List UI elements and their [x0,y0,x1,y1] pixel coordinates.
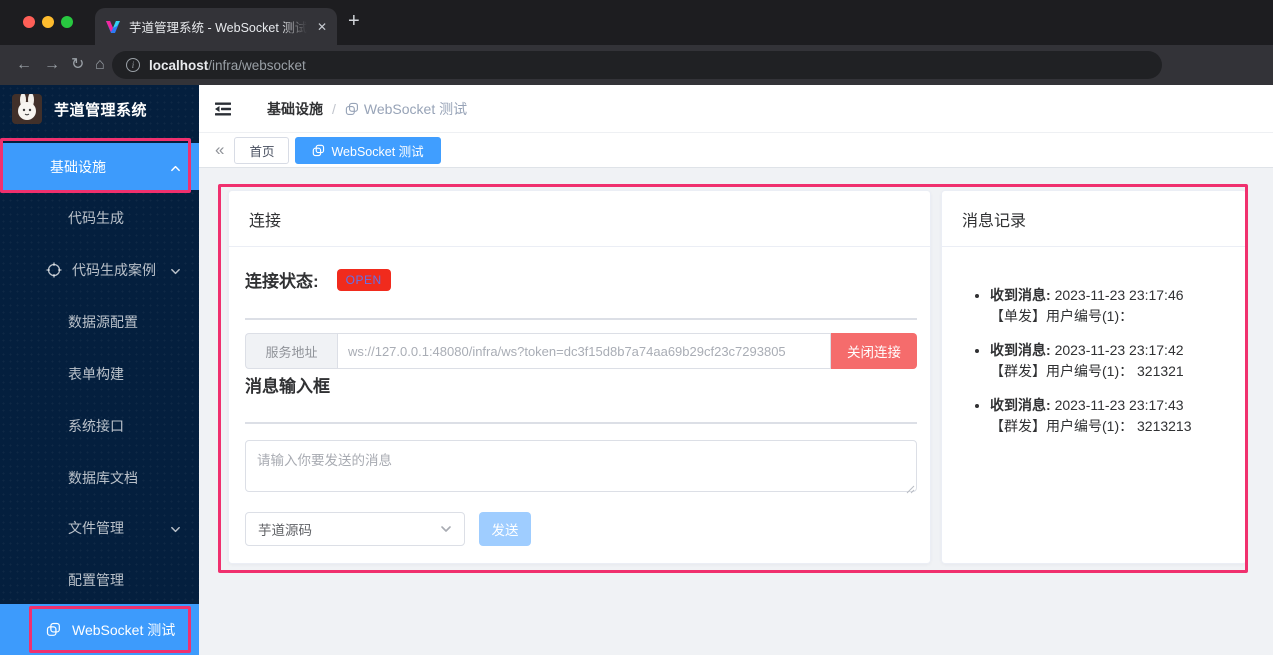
close-window-button[interactable] [23,16,35,28]
tag-label: WebSocket 测试 [331,141,423,160]
sidebar-item-code-gen-example[interactable]: 代码生成案例 [0,246,199,293]
breadcrumb-section[interactable]: 基础设施 [267,99,323,119]
breadcrumb-separator: / [332,101,336,117]
sidebar-item-code-generation[interactable]: 代码生成 [0,194,199,241]
zoom-window-button[interactable] [61,16,73,28]
sidebar-logo-row[interactable]: 芋道管理系统 [0,85,199,133]
browser-titlebar: 芋道管理系统 - WebSocket 测试 ✕ + [0,0,1273,45]
send-type-selected-value: 芋道源码 [258,519,312,539]
sidebar-item-datasource-config[interactable]: 数据源配置 [0,298,199,345]
chevron-down-icon [440,523,452,535]
tag-label: 首页 [249,141,274,160]
tag-home[interactable]: 首页 [234,137,289,164]
sidebar-item-label: 配置管理 [0,570,124,590]
log-item-time: 2023-11-23 23:17:43 [1055,397,1184,413]
breadcrumb-page: WebSocket 测试 [345,99,467,119]
sidebar: 芋道管理系统 基础设施 代码生成 代码生成案例 数据源配置 [0,85,199,655]
divider [245,422,917,424]
connection-card-title: 连接 [229,191,930,247]
sidebar-item-label: 数据库文档 [0,468,138,488]
sidebar-item-form-builder[interactable]: 表单构建 [0,350,199,397]
send-type-select[interactable]: 芋道源码 [245,512,465,546]
status-badge: OPEN [337,269,391,291]
app-header: 基础设施 / WebSocket 测试 [199,85,1273,133]
tab-close-icon[interactable]: ✕ [317,20,327,34]
tags-scroll-left-icon[interactable]: « [215,140,224,160]
minimize-window-button[interactable] [42,16,54,28]
sidebar-item-config-management[interactable]: 配置管理 [0,556,199,603]
message-log-card: 消息记录 收到消息: 2023-11-23 23:17:46 【单发】用户编号(… [941,190,1247,564]
favicon [105,19,121,35]
message-textarea-wrap [245,440,917,492]
url-path: /infra/websocket [208,58,306,73]
home-icon[interactable]: ⌂ [95,54,105,76]
back-icon[interactable]: ← [16,54,32,76]
sidebar-item-infrastructure[interactable]: 基础设施 [0,143,199,190]
log-item: 收到消息: 2023-11-23 23:17:42 【群发】用户编号(1)： 3… [990,340,1238,382]
url-host: localhost [149,58,208,73]
breadcrumb: 基础设施 / WebSocket 测试 [267,99,467,119]
screen: 芋道管理系统 - WebSocket 测试 ✕ + ← → ↻ ⌂ i loca… [0,0,1273,655]
sidebar-item-label: 基础设施 [0,157,106,177]
log-item-prefix: 收到消息: [990,397,1051,413]
log-item-detail: 【群发】用户编号(1)： 3213213 [990,416,1238,437]
sidebar-fold-icon[interactable] [213,99,233,119]
connection-card: 连接 连接状态: OPEN 服务地址 关闭连接 消息输入框 芋道源码 [228,190,931,564]
log-item: 收到消息: 2023-11-23 23:17:43 【群发】用户编号(1)： 3… [990,395,1238,437]
send-button[interactable]: 发送 [479,512,531,546]
server-address-group: 服务地址 关闭连接 [245,333,917,369]
breadcrumb-page-label: WebSocket 测试 [364,99,467,119]
log-item-time: 2023-11-23 23:17:42 [1055,342,1184,358]
sidebar-item-label: 系统接口 [0,416,124,436]
log-item-time: 2023-11-23 23:17:46 [1055,287,1184,303]
server-address-input[interactable] [337,333,831,369]
chevron-down-icon [170,264,181,275]
sidebar-item-file-management[interactable]: 文件管理 [0,504,199,551]
link-icon [312,144,325,157]
sidebar-item-label: 代码生成 [0,208,124,228]
message-log-title: 消息记录 [942,191,1246,247]
message-log-list: 收到消息: 2023-11-23 23:17:46 【单发】用户编号(1)： 收… [990,285,1238,437]
address-bar[interactable]: i localhost/infra/websocket [112,51,1162,79]
divider [245,318,917,320]
log-item-detail: 【单发】用户编号(1)： [990,306,1238,327]
sidebar-item-label: WebSocket 测试 [62,620,175,640]
message-textarea[interactable] [245,440,917,492]
message-input-title: 消息输入框 [245,372,330,397]
server-address-label: 服务地址 [245,333,337,369]
new-tab-button[interactable]: + [348,10,360,33]
link-icon [345,102,359,116]
crosshair-icon [46,262,62,278]
sidebar-item-websocket-test[interactable]: WebSocket 测试 [0,604,199,655]
browser-tab-title: 芋道管理系统 - WebSocket 测试 [129,17,307,36]
site-info-icon[interactable]: i [126,58,140,72]
log-item: 收到消息: 2023-11-23 23:17:46 【单发】用户编号(1)： [990,285,1238,327]
sidebar-item-label: 表单构建 [0,364,124,384]
browser-tab[interactable]: 芋道管理系统 - WebSocket 测试 ✕ [95,8,337,45]
send-row: 芋道源码 发送 [245,512,531,546]
forward-icon[interactable]: → [44,54,60,76]
reload-icon[interactable]: ↻ [71,54,84,76]
chevron-down-icon [170,522,181,533]
page-tag-bar: « 首页 WebSocket 测试 [199,133,1273,168]
link-icon [46,622,62,638]
sidebar-item-label: 代码生成案例 [62,260,156,280]
sidebar-item-label: 文件管理 [0,518,124,538]
connection-status-label: 连接状态: [245,267,319,292]
url-text: localhost/infra/websocket [149,58,306,73]
sidebar-item-system-api[interactable]: 系统接口 [0,402,199,449]
app-logo-rabbit [12,94,42,124]
close-connection-button[interactable]: 关闭连接 [831,333,917,369]
app-title: 芋道管理系统 [54,99,147,120]
browser-toolbar: ← → ↻ ⌂ i localhost/infra/websocket [0,45,1273,85]
log-item-prefix: 收到消息: [990,342,1051,358]
tag-websocket-test[interactable]: WebSocket 测试 [295,137,440,164]
log-item-prefix: 收到消息: [990,287,1051,303]
connection-status-row: 连接状态: OPEN [245,267,391,292]
chevron-up-icon [170,161,181,172]
sidebar-item-db-docs[interactable]: 数据库文档 [0,454,199,501]
log-item-detail: 【群发】用户编号(1)： 321321 [990,361,1238,382]
sidebar-item-label: 数据源配置 [0,312,138,332]
